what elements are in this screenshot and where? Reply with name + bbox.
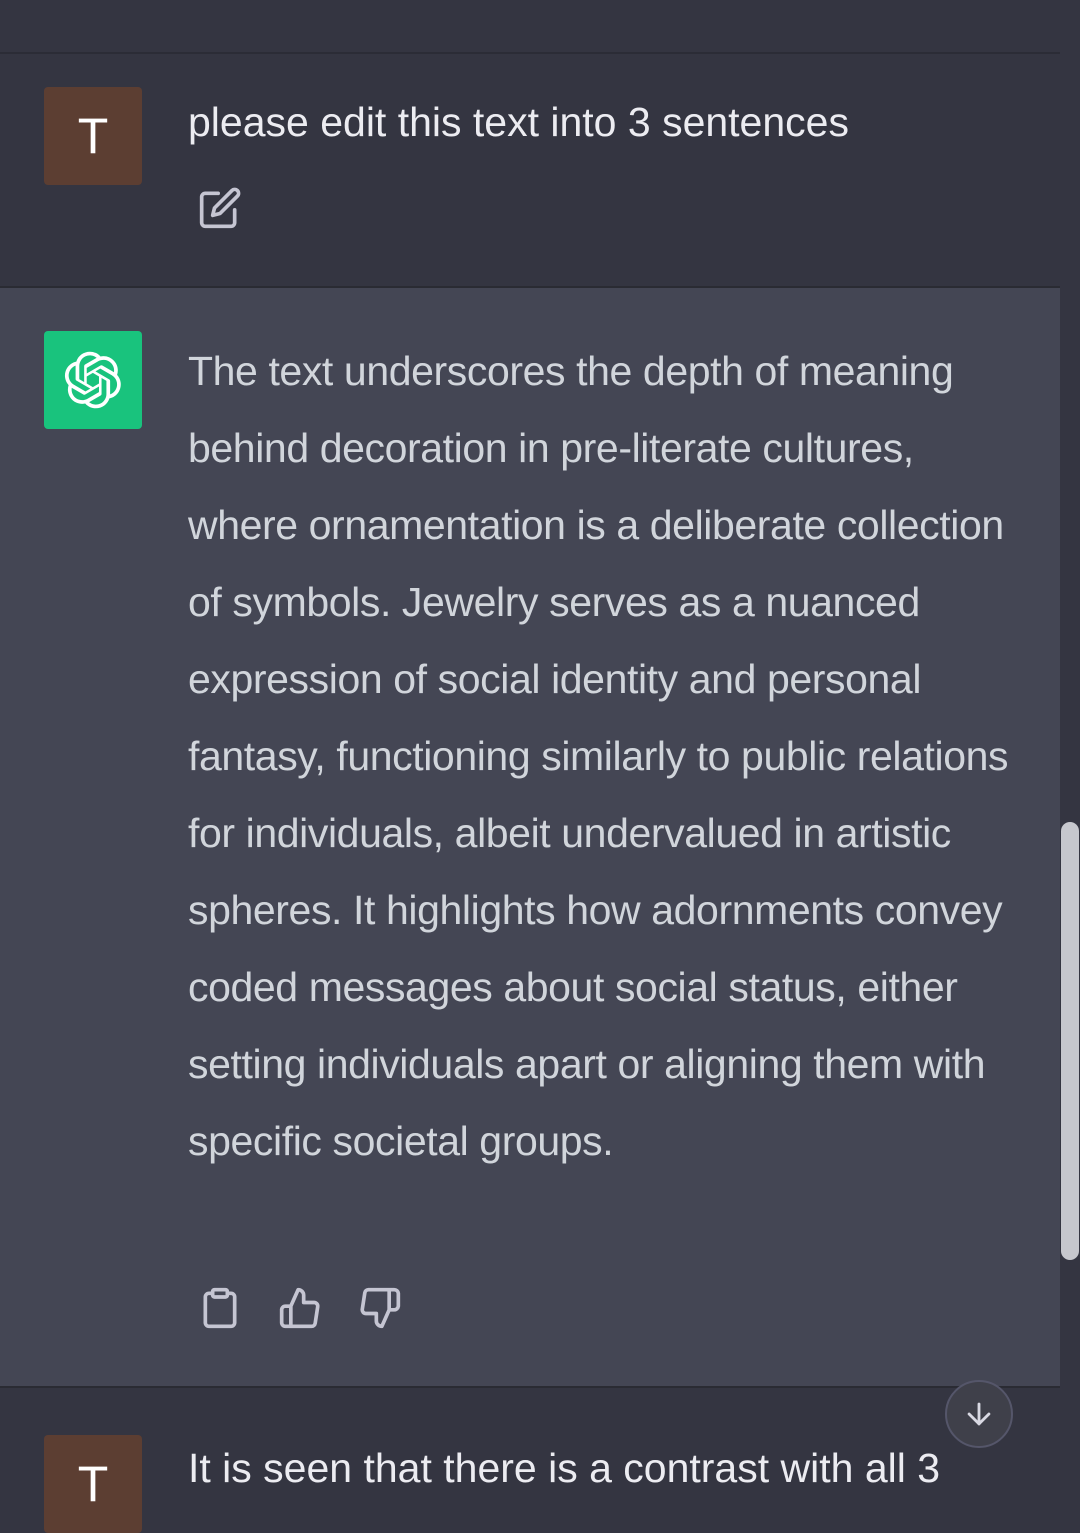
scrollbar-thumb[interactable]	[1061, 822, 1079, 1260]
scroll-to-bottom-button[interactable]	[945, 1380, 1013, 1448]
openai-logo-icon	[64, 351, 121, 409]
user-message-text: It is seen that there is a contrast with…	[188, 1445, 941, 1491]
like-button[interactable]	[274, 1282, 326, 1334]
clipboard-icon	[203, 1287, 237, 1329]
dislike-button[interactable]	[354, 1282, 406, 1334]
user-avatar-letter: T	[77, 108, 109, 164]
edit-message-button[interactable]	[196, 184, 244, 232]
user-message-text: please edit this text into 3 sentences	[188, 99, 849, 145]
user-message: T It is seen that there is a contrast wi…	[0, 1386, 1060, 1533]
user-avatar: T	[44, 87, 142, 185]
user-message: T please edit this text into 3 sentences	[0, 54, 1060, 288]
assistant-message-text: The text underscores the depth of meanin…	[188, 348, 1009, 1164]
copy-button[interactable]	[194, 1282, 246, 1334]
assistant-avatar	[44, 331, 142, 429]
user-avatar-letter: T	[77, 1456, 109, 1512]
message-actions	[194, 1282, 406, 1334]
thumbs-up-icon	[279, 1287, 320, 1329]
user-avatar: T	[44, 1435, 142, 1533]
assistant-message: The text underscores the depth of meanin…	[0, 288, 1060, 1386]
scrollbar-track[interactable]	[1060, 0, 1080, 1486]
arrow-down-icon	[967, 1402, 991, 1426]
edit-icon	[199, 187, 241, 229]
thumbs-down-icon	[360, 1287, 401, 1329]
top-strip	[0, 0, 1060, 54]
